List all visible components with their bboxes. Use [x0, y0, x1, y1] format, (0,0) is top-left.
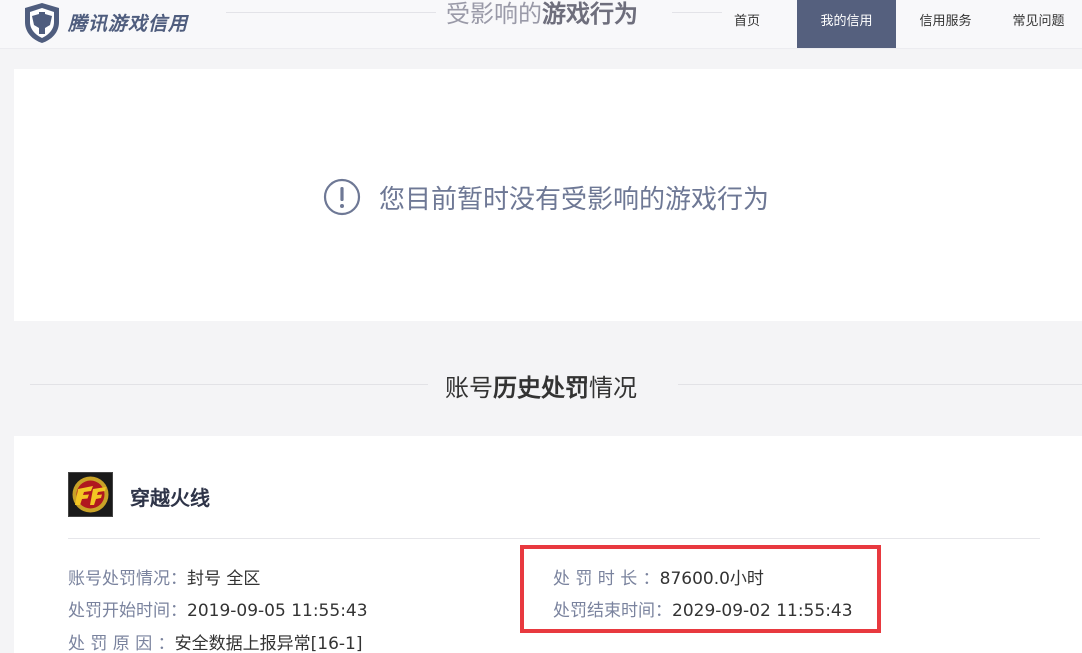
empty-notice: 您目前暂时没有受影响的游戏行为 [323, 178, 769, 216]
penalty-reason-row: 处 罚 原 因 ：安全数据上报异常[16-1] [68, 629, 362, 653]
main-nav: 首页 我的信用 信用服务 常见问题 [697, 0, 1082, 48]
penalty-status-row: 账号处罚情况：封号 全区 [68, 564, 260, 589]
history-title-prefix: 账号 [445, 374, 493, 402]
penalty-status-value: 封号 全区 [187, 569, 261, 589]
highlight-annotation-box [520, 545, 881, 633]
nav-credit-service[interactable]: 信用服务 [896, 0, 995, 48]
logo-text: 腾讯游戏信用 [68, 13, 189, 35]
penalty-start-label: 处罚开始时间： [68, 601, 187, 621]
game-name: 穿越火线 [130, 486, 210, 510]
affected-behavior-card: 您目前暂时没有受影响的游戏行为 [14, 69, 1082, 321]
history-section-title: 账号历史处罚情况 [445, 368, 637, 403]
section-rule-right [678, 384, 1082, 385]
section-rule-left [30, 384, 428, 385]
logo[interactable]: 腾讯游戏信用 [22, 0, 188, 45]
penalty-status-label: 账号处罚情况： [68, 569, 187, 589]
header-title-bold: 游戏行为 [542, 0, 638, 28]
nav-my-credit[interactable]: 我的信用 [797, 0, 896, 48]
nav-home[interactable]: 首页 [697, 0, 797, 48]
penalty-reason-value: 安全数据上报异常[16-1] [174, 634, 363, 653]
nav-faq[interactable]: 常见问题 [995, 0, 1082, 48]
page-section-title: 受影响的游戏行为 [446, 0, 638, 29]
exclamation-circle-icon [323, 178, 361, 216]
crossfire-logo-icon [72, 476, 109, 513]
empty-notice-text: 您目前暂时没有受影响的游戏行为 [379, 184, 770, 215]
history-title-suffix: 情况 [589, 374, 637, 402]
crossfire-game-icon [68, 472, 113, 517]
card-divider [68, 538, 1040, 539]
header-title-normal: 受影响的 [446, 0, 542, 28]
penalty-start-value: 2019-09-05 11:55:43 [187, 601, 368, 621]
penalty-start-row: 处罚开始时间：2019-09-05 11:55:43 [68, 596, 368, 621]
penalty-reason-label: 处 罚 原 因 ： [68, 634, 175, 653]
shield-logo-icon [25, 2, 59, 43]
history-title-bold: 历史处罚 [493, 374, 589, 402]
header-rule-left [226, 12, 436, 13]
top-header: 腾讯游戏信用 受影响的游戏行为 首页 我的信用 信用服务 常见问题 [0, 0, 1082, 49]
